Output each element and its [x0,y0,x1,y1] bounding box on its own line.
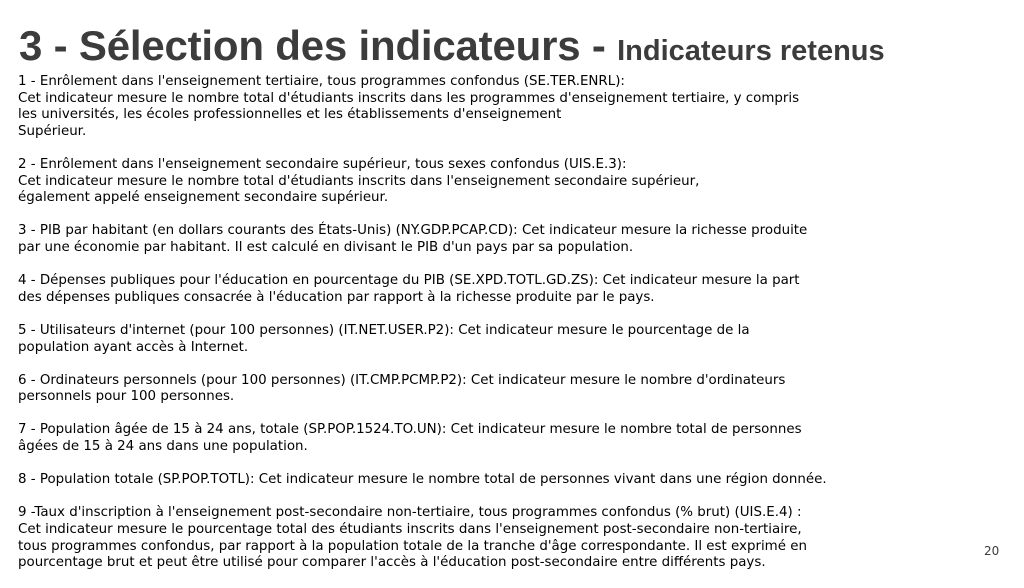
text-line: Cet indicateur mesure le nombre total d'… [18,173,700,189]
text-line: pourcentage brut et peut être utilisé po… [18,555,766,571]
text-line: 3 - PIB par habitant (en dollars courant… [18,223,808,239]
indicator-paragraph: 4 - Dépenses publiques pour l'éducation … [18,273,918,306]
text-line: 6 - Ordinateurs personnels (pour 100 per… [18,372,786,388]
indicator-list: 1 - Enrôlement dans l'enseignement terti… [18,74,918,588]
text-line: par une économie par habitant. Il est ca… [18,239,634,255]
indicator-paragraph: 5 - Utilisateurs d'internet (pour 100 pe… [18,323,918,356]
text-line: personnels pour 100 personnes. [18,389,235,405]
text-line: 8 - Population totale (SP.POP.TOTL): Cet… [18,472,827,488]
text-line: 1 - Enrôlement dans l'enseignement terti… [18,74,625,89]
indicator-paragraph: 6 - Ordinateurs personnels (pour 100 per… [18,373,918,406]
indicator-paragraph: 9 -Taux d'inscription à l'enseignement p… [18,505,918,571]
text-line: âgées de 15 à 24 ans dans une population… [18,439,308,455]
slide-title-main: 3 - Sélection des indicateurs - [19,22,618,69]
text-line: 7 - Population âgée de 15 à 24 ans, tota… [18,422,802,438]
indicator-paragraph: 1 - Enrôlement dans l'enseignement terti… [18,74,918,140]
text-line: Cet indicateur mesure le nombre total d'… [18,90,800,106]
indicator-paragraph: 8 - Population totale (SP.POP.TOTL): Cet… [18,472,918,489]
slide: 3 - Sélection des indicateurs - Indicate… [0,0,1024,575]
text-line: population ayant accès à Internet. [18,339,249,355]
text-line: Supérieur. [18,123,87,139]
indicator-paragraph: 3 - PIB par habitant (en dollars courant… [18,223,918,256]
text-line: tous programmes confondus, par rapport à… [18,538,807,554]
text-line: également appelé enseignement secondaire… [18,190,389,206]
text-line: Cet indicateur mesure le pourcentage tot… [18,522,802,538]
text-line: 5 - Utilisateurs d'internet (pour 100 pe… [18,322,750,338]
indicator-paragraph: 7 - Population âgée de 15 à 24 ans, tota… [18,422,918,455]
text-line: les universités, les écoles professionne… [18,107,562,123]
text-line: 4 - Dépenses publiques pour l'éducation … [18,273,800,289]
text-line: 2 - Enrôlement dans l'enseignement secon… [18,156,627,172]
page-number: 20 [984,544,1000,558]
slide-title-sub: Indicateurs retenus [617,35,885,67]
slide-title: 3 - Sélection des indicateurs - Indicate… [19,25,885,67]
indicator-paragraph: 2 - Enrôlement dans l'enseignement secon… [18,157,918,207]
text-line: des dépenses publiques consacrée à l'édu… [18,289,655,305]
text-line: 9 -Taux d'inscription à l'enseignement p… [18,505,802,521]
